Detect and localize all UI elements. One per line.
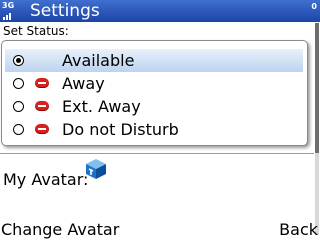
scrollbar[interactable] [315, 23, 319, 235]
status-option-list: Available Away Ext. Away Do not Disturb [1, 40, 308, 146]
network-type-label: 3G [2, 1, 15, 10]
back-softkey[interactable]: Back [279, 220, 318, 240]
status-option-do-not-disturb[interactable]: Do not Disturb [5, 118, 303, 141]
status-option-label: Ext. Away [62, 97, 141, 116]
page-title: Settings [30, 1, 100, 21]
change-avatar-softkey[interactable]: Change Avatar [1, 220, 119, 240]
away-status-icon [35, 78, 49, 88]
status-option-ext-away[interactable]: Ext. Away [5, 95, 303, 118]
status-option-available[interactable]: Available [5, 49, 303, 72]
radio-unselected-icon[interactable] [13, 124, 24, 135]
status-option-label: Do not Disturb [62, 120, 179, 139]
set-status-label: Set Status: [3, 24, 69, 38]
radio-unselected-icon[interactable] [13, 78, 24, 89]
do-not-disturb-status-icon [35, 124, 49, 134]
title-bar: 3G Settings 0 [0, 0, 320, 22]
network-signal-icon: 3G [1, 1, 15, 21]
extended-away-status-icon [35, 101, 49, 111]
status-option-away[interactable]: Away [5, 72, 303, 95]
scrollbar-thumb[interactable] [315, 23, 319, 153]
message-counter: 0 [311, 2, 317, 11]
status-option-label: Available [62, 51, 135, 70]
blue-cube-avatar-icon [86, 159, 106, 179]
status-option-label: Away [62, 74, 105, 93]
radio-unselected-icon[interactable] [13, 101, 24, 112]
divider [0, 153, 314, 154]
radio-selected-icon[interactable] [13, 55, 24, 66]
my-avatar-label: My Avatar: [3, 170, 89, 189]
